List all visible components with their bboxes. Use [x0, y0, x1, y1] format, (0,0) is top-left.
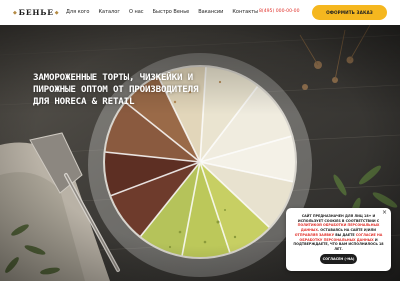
nav-item-quick-venye[interactable]: Быстро Венье	[153, 9, 190, 15]
logo-ornament-left-icon: ◆	[13, 9, 18, 16]
cookie-consent-text: САЙТ ПРЕДНАЗНАЧЕН ДЛЯ ЛИЦ 18+ И ИСПОЛЬЗУ…	[292, 214, 385, 252]
cookie-text-part: САЙТ ПРЕДНАЗНАЧЕН ДЛЯ ЛИЦ 18+ И ИСПОЛЬЗУ…	[297, 214, 380, 223]
nav-item-for-whom[interactable]: Для кого	[66, 9, 89, 15]
logo-text: БЕНЬЕ	[18, 8, 54, 17]
agree-button[interactable]: СОГЛАСЕН (-НА)	[320, 254, 357, 264]
nav-item-vacancies[interactable]: Вакансии	[198, 9, 223, 15]
order-button[interactable]: ОФОРМИТЬ ЗАКАЗ	[312, 5, 387, 20]
hero-headline-line: ЗАМОРОЖЕННЫЕ ТОРТЫ, ЧИЗКЕЙКИ И	[33, 72, 193, 83]
hero-headline-line: ДЛЯ HORECA & RETAIL	[33, 96, 135, 107]
close-icon[interactable]: ×	[382, 210, 387, 216]
cookie-text-part: ВЫ ДАЕТЕ	[334, 232, 356, 237]
nav-item-contacts[interactable]: Контакты	[232, 9, 258, 15]
nav-item-catalog[interactable]: Каталог	[98, 9, 119, 15]
send-request-link[interactable]: ОТПРАВЛЯЯ ЗАЯВКУ	[295, 233, 334, 237]
site-logo[interactable]: ◆ БЕНЬЕ ◆	[12, 7, 60, 18]
hero-headline-line: ПИРОЖНЫЕ ОПТОМ ОТ ПРОИЗВОДИТЕЛЯ	[33, 84, 199, 95]
main-nav: Для кого Каталог О нас Быстро Венье Вака…	[66, 9, 258, 15]
cookie-consent-popup: × САЙТ ПРЕДНАЗНАЧЕН ДЛЯ ЛИЦ 18+ И ИСПОЛЬ…	[286, 208, 391, 271]
logo-ornament-right-icon: ◆	[54, 9, 60, 16]
cookie-text-part: . ОСТАВАЯСЬ НА САЙТЕ И/ИЛИ	[317, 228, 377, 233]
hero-headline: ЗАМОРОЖЕННЫЕ ТОРТЫ, ЧИЗКЕЙКИ И ПИРОЖНЫЕ …	[33, 72, 283, 108]
site-header: ◆ БЕНЬЕ ◆ Для кого Каталог О нас Быстро …	[0, 0, 400, 25]
nav-item-about[interactable]: О нас	[129, 9, 144, 15]
phone-link[interactable]: 8(495) 000-00-00	[259, 9, 300, 14]
